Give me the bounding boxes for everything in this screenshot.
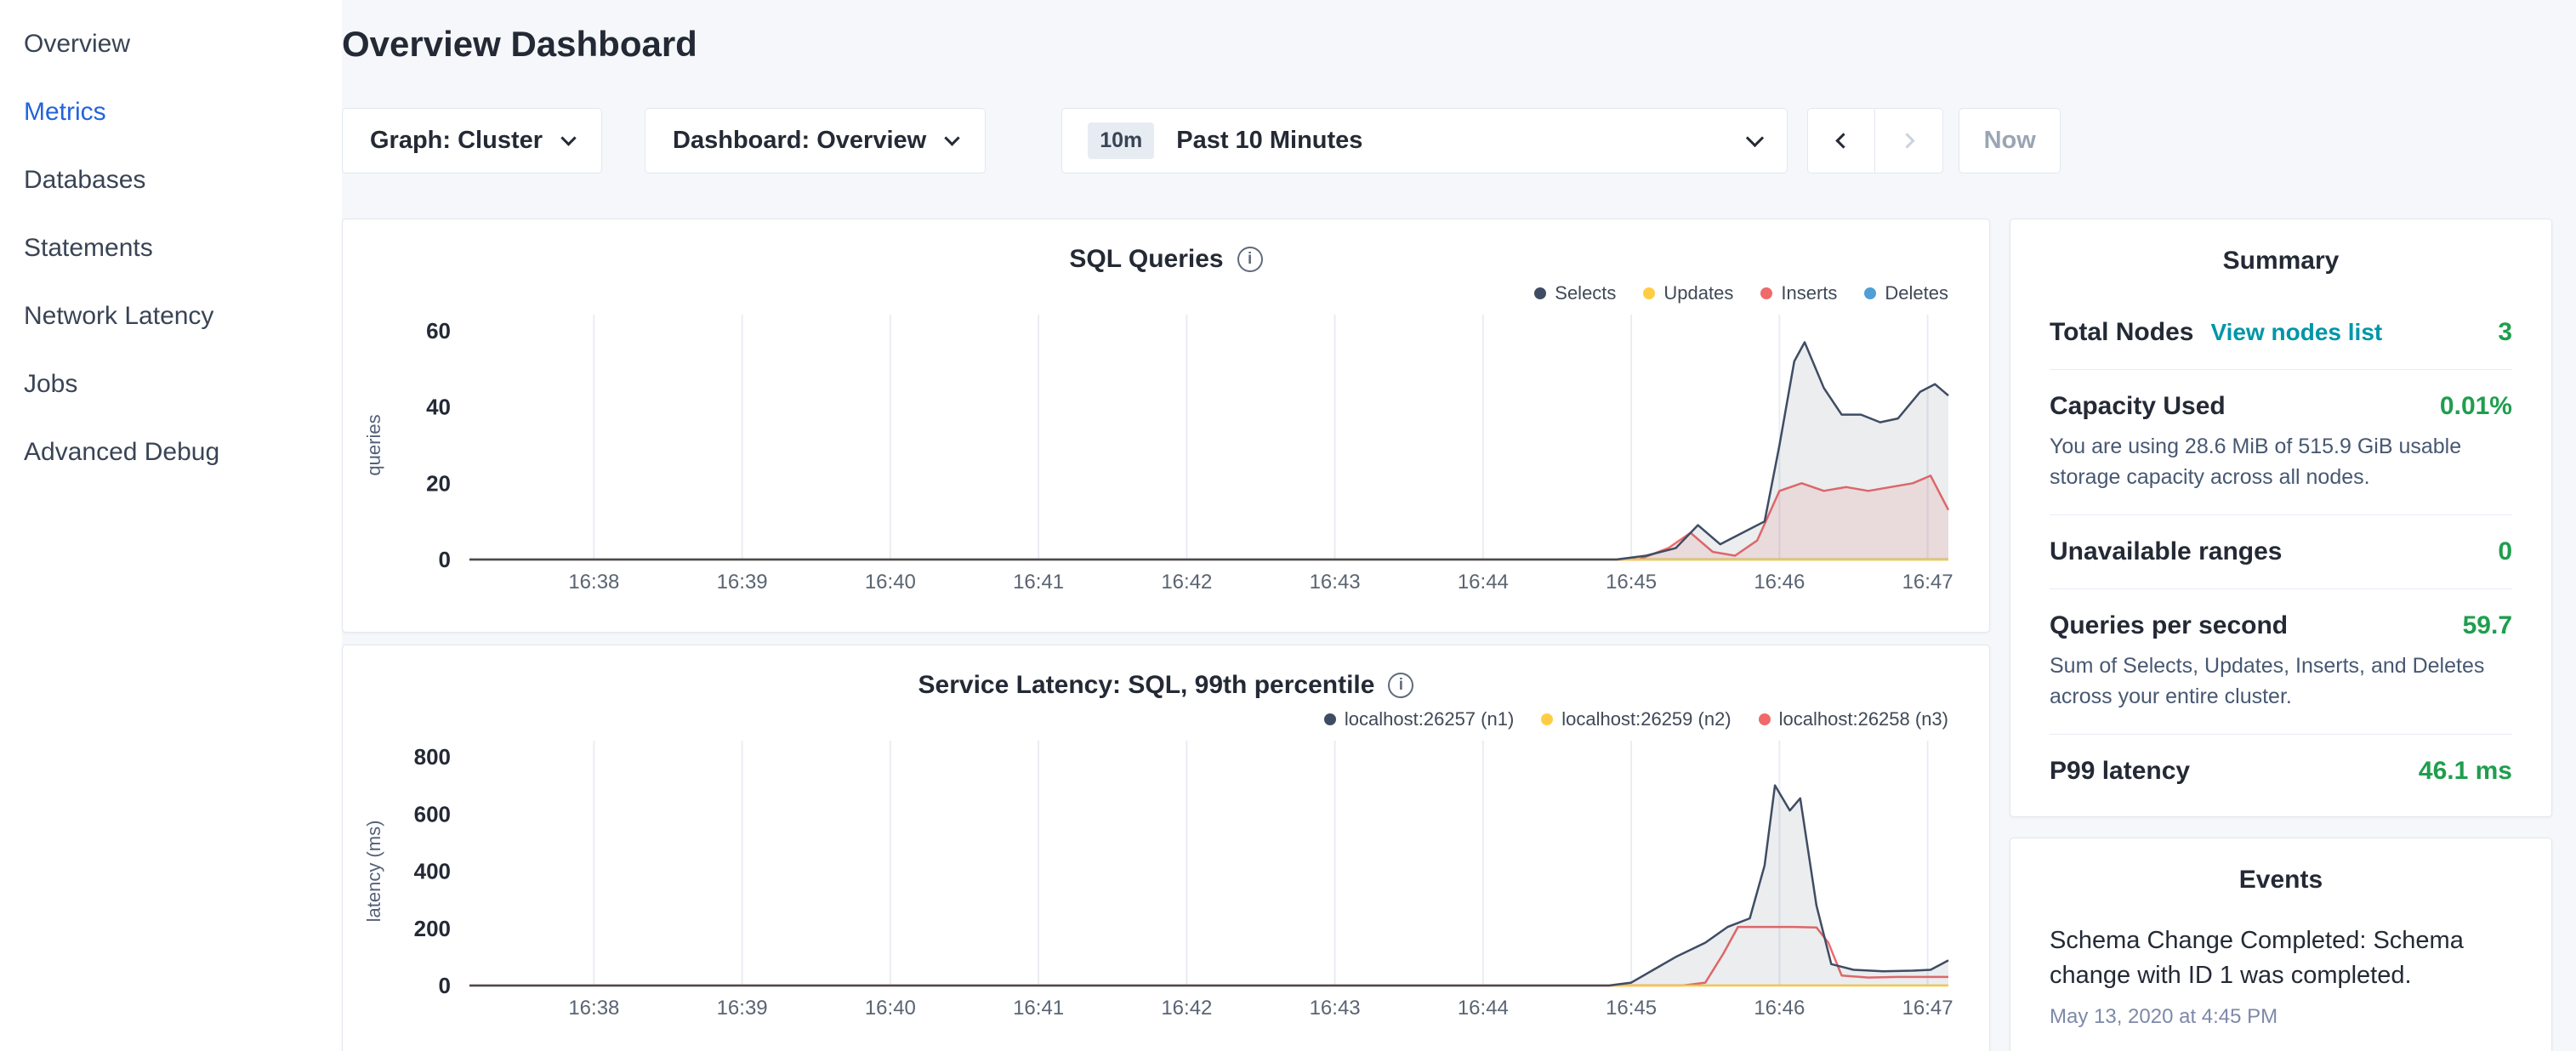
sidebar-item-metrics[interactable]: Metrics [0, 78, 342, 146]
svg-text:16:44: 16:44 [1458, 571, 1509, 594]
svg-text:latency (ms): latency (ms) [363, 821, 384, 923]
chart-panel-sql-queries: SQL Queries i SelectsUpdatesInsertsDelet… [342, 219, 1990, 633]
sidebar-item-overview[interactable]: Overview [0, 10, 342, 78]
controls-bar: Graph: Cluster Dashboard: Overview 10m P… [342, 108, 2061, 173]
now-button[interactable]: Now [1959, 108, 2061, 173]
svg-text:16:47: 16:47 [1902, 571, 1953, 594]
svg-text:16:47: 16:47 [1902, 997, 1953, 1020]
summary-row: Capacity Used 0.01% You are using 28.6 MiB… [2050, 369, 2512, 514]
summary-label: Total Nodes [2050, 318, 2193, 347]
chevron-left-icon [1835, 133, 1851, 148]
svg-text:20: 20 [426, 470, 451, 496]
svg-text:16:45: 16:45 [1606, 997, 1657, 1020]
chevron-right-icon [1899, 133, 1914, 148]
svg-text:16:38: 16:38 [568, 571, 619, 594]
svg-text:16:40: 16:40 [865, 571, 916, 594]
svg-text:16:45: 16:45 [1606, 571, 1657, 594]
time-step-back-button[interactable] [1807, 108, 1875, 173]
svg-text:60: 60 [426, 318, 451, 344]
svg-text:16:43: 16:43 [1310, 997, 1361, 1020]
summary-row: Queries per second 59.7 Sum of Selects, Up… [2050, 588, 2512, 734]
sidebar-nav: OverviewMetricsDatabasesStatementsNetwor… [0, 10, 342, 486]
chart-panel-service-latency: Service Latency: SQL, 99th percentile i … [342, 645, 1990, 1051]
svg-text:16:44: 16:44 [1458, 997, 1509, 1020]
summary-value: 59.7 [2463, 611, 2512, 640]
svg-text:16:46: 16:46 [1754, 571, 1805, 594]
summary-title: Summary [2050, 219, 2512, 296]
summary-value: 46.1 ms [2419, 757, 2512, 786]
svg-text:800: 800 [414, 744, 451, 770]
event-text: Schema Change Completed: Schema change w… [2050, 923, 2512, 993]
summary-label: P99 latency [2050, 757, 2190, 786]
events-title: Events [2050, 838, 2512, 915]
page-title: Overview Dashboard [342, 24, 697, 65]
events-list: Schema Change Completed: Schema change w… [2050, 923, 2512, 1029]
summary-value: 0 [2498, 537, 2512, 566]
events-panel: Events Schema Change Completed: Schema c… [2010, 838, 2552, 1051]
time-step-buttons [1807, 108, 1943, 173]
view-nodes-list-link[interactable]: View nodes list [2210, 319, 2382, 346]
svg-text:16:41: 16:41 [1013, 997, 1064, 1020]
sidebar-item-databases[interactable]: Databases [0, 146, 342, 214]
summary-rows: Total Nodes View nodes list 3 Capacity Used… [2050, 296, 2512, 808]
summary-row: P99 latency 46.1 ms [2050, 734, 2512, 808]
svg-text:queries: queries [363, 414, 384, 475]
line-chart: 16:38 16:39 16:40 16:41 16:42 16:43 16:44 16:45… [343, 219, 1989, 632]
main-content: Overview Dashboard Graph: Cluster Dashbo… [342, 0, 2576, 1051]
chevron-down-icon [560, 130, 576, 145]
time-window-label: Past 10 Minutes [1176, 127, 1362, 155]
svg-text:600: 600 [414, 801, 451, 827]
summary-value: 3 [2498, 318, 2512, 347]
summary-row: Unavailable ranges 0 [2050, 514, 2512, 588]
sidebar-item-network-latency[interactable]: Network Latency [0, 282, 342, 350]
time-range-selector[interactable]: 10m Past 10 Minutes [1061, 108, 1788, 173]
svg-text:16:42: 16:42 [1161, 997, 1212, 1020]
svg-text:400: 400 [414, 859, 451, 884]
sidebar-item-advanced-debug[interactable]: Advanced Debug [0, 418, 342, 486]
right-column: Summary Total Nodes View nodes list 3 Capac… [2010, 219, 2552, 1051]
chevron-down-icon [1746, 128, 1764, 146]
svg-text:16:38: 16:38 [568, 997, 619, 1020]
summary-description: Sum of Selects, Updates, Inserts, and De… [2050, 650, 2512, 712]
sidebar: OverviewMetricsDatabasesStatementsNetwor… [0, 0, 342, 1051]
dashboard-label: Dashboard: Overview [673, 127, 926, 155]
svg-text:16:43: 16:43 [1310, 571, 1361, 594]
content-row: SQL Queries i SelectsUpdatesInsertsDelet… [342, 219, 2552, 1051]
svg-text:16:46: 16:46 [1754, 997, 1805, 1020]
time-step-forward-button[interactable] [1875, 108, 1943, 173]
sidebar-item-jobs[interactable]: Jobs [0, 350, 342, 418]
time-window-badge: 10m [1088, 122, 1154, 159]
summary-label: Unavailable ranges [2050, 537, 2282, 566]
charts-column: SQL Queries i SelectsUpdatesInsertsDelet… [342, 219, 1990, 1051]
line-chart: 16:38 16:39 16:40 16:41 16:42 16:43 16:44 16:45… [343, 645, 1989, 1051]
event-timestamp: May 13, 2020 at 4:45 PM [2050, 1005, 2512, 1029]
graph-scope-label: Graph: Cluster [370, 127, 543, 155]
summary-description: You are using 28.6 MiB of 515.9 GiB usab… [2050, 431, 2512, 492]
svg-text:0: 0 [439, 547, 451, 572]
summary-label: Queries per second [2050, 611, 2288, 640]
summary-value: 0.01% [2440, 392, 2512, 421]
sidebar-item-statements[interactable]: Statements [0, 214, 342, 282]
svg-text:40: 40 [426, 395, 451, 420]
graph-scope-dropdown[interactable]: Graph: Cluster [342, 108, 602, 173]
svg-text:200: 200 [414, 916, 451, 941]
svg-text:16:40: 16:40 [865, 997, 916, 1020]
svg-text:16:39: 16:39 [717, 571, 768, 594]
svg-text:16:41: 16:41 [1013, 571, 1064, 594]
dashboard-dropdown[interactable]: Dashboard: Overview [645, 108, 986, 173]
summary-panel: Summary Total Nodes View nodes list 3 Capac… [2010, 219, 2552, 817]
svg-text:16:39: 16:39 [717, 997, 768, 1020]
chevron-down-icon [944, 130, 959, 145]
svg-text:16:42: 16:42 [1161, 571, 1212, 594]
summary-row: Total Nodes View nodes list 3 [2050, 296, 2512, 369]
svg-text:0: 0 [439, 973, 451, 998]
summary-label: Capacity Used [2050, 392, 2226, 421]
